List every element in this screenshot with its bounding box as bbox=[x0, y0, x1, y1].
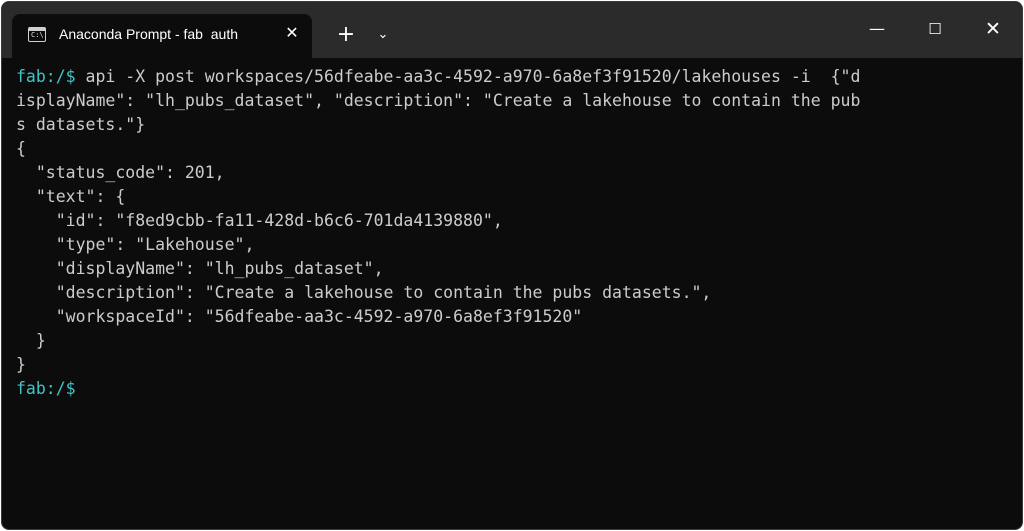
terminal-output[interactable]: fab:/$ api -X post workspaces/56dfeabe-a… bbox=[16, 65, 1006, 515]
output-line: "displayName": "lh_pubs_dataset", bbox=[16, 259, 384, 278]
prompt: fab:/$ bbox=[16, 379, 76, 398]
tab-close-button[interactable]: ✕ bbox=[282, 22, 302, 44]
command-text: api -X post workspaces/56dfeabe-aa3c-459… bbox=[75, 67, 861, 86]
output-line: "workspaceId": "56dfeabe-aa3c-4592-a970-… bbox=[16, 307, 583, 326]
tab-anaconda-prompt[interactable]: C:\ Anaconda Prompt - fab auth ✕ bbox=[12, 14, 312, 58]
output-line: "type": "Lakehouse", bbox=[16, 235, 255, 254]
prompt: fab:/$ bbox=[16, 67, 76, 86]
tab-title: Anaconda Prompt - fab auth bbox=[59, 26, 238, 42]
output-line: "status_code": 201, bbox=[16, 163, 225, 182]
output-line: "description": "Create a lakehouse to co… bbox=[16, 283, 712, 302]
minimize-button[interactable]: — bbox=[854, 10, 900, 48]
terminal-icon: C:\ bbox=[28, 27, 46, 42]
output-line: } bbox=[16, 355, 26, 374]
output-line: } bbox=[16, 331, 46, 350]
final-prompt-line: fab:/$ bbox=[16, 377, 1006, 401]
output-line: "id": "f8ed9cbb-fa11-428d-b6c6-701da4139… bbox=[16, 211, 503, 230]
command-line-1: fab:/$ api -X post workspaces/56dfeabe-a… bbox=[16, 65, 1006, 89]
output-line: { bbox=[16, 139, 26, 158]
close-window-button[interactable]: ✕ bbox=[970, 10, 1016, 48]
new-tab-button[interactable]: + bbox=[332, 22, 360, 48]
terminal-window: C:\ Anaconda Prompt - fab auth ✕ + ⌄ — ☐… bbox=[1, 1, 1023, 530]
title-bar: C:\ Anaconda Prompt - fab auth ✕ + ⌄ — ☐… bbox=[2, 2, 1022, 58]
maximize-button[interactable]: ☐ bbox=[912, 10, 958, 48]
command-line-2: isplayName": "lh_pubs_dataset", "descrip… bbox=[16, 91, 861, 110]
output-line: "text": { bbox=[16, 187, 126, 206]
command-line-3: s datasets."} bbox=[16, 115, 146, 134]
chevron-down-icon[interactable]: ⌄ bbox=[372, 24, 394, 46]
